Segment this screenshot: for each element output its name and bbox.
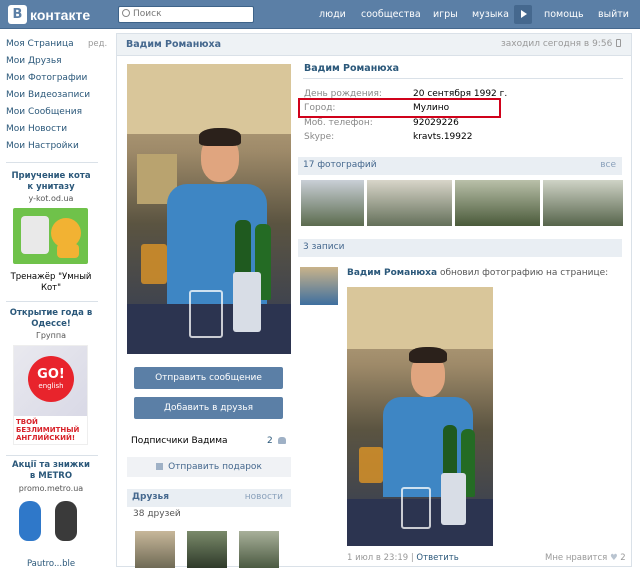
nav-people[interactable]: люди (319, 0, 346, 29)
reply-link[interactable]: Ответить (416, 553, 458, 563)
sidebar-item-my-page[interactable]: Моя Страница (6, 39, 74, 49)
ad-badge: GO! (37, 367, 65, 382)
post-photo[interactable] (347, 287, 493, 546)
nav-music[interactable]: музыка (472, 0, 509, 29)
subscribers-label[interactable]: Подписчики Вадима (131, 436, 228, 446)
friends-news-link[interactable]: новости (245, 489, 283, 506)
profile-header: Вадим Романюха заходил сегодня в 9:56 (117, 34, 631, 56)
sidebar-item-friends[interactable]: Мои Друзья (6, 56, 62, 66)
send-gift-label: Отправить подарок (168, 462, 262, 472)
photo-thumb[interactable] (301, 180, 364, 226)
mobile-icon (616, 39, 622, 47)
photo-thumb[interactable] (543, 180, 623, 226)
vk-logo[interactable]: B контакте (8, 5, 90, 24)
nav-communities[interactable]: сообщества (361, 0, 421, 29)
ad-image-go-english: GO! english ТВОЙ БЕЗЛИМИТНЫЙ АНГЛИЙСКИЙ! (13, 345, 88, 445)
skype-value: kravts.19922 (413, 132, 473, 142)
ad-image-cat (13, 208, 88, 264)
ad-subtitle: Группа (35, 331, 67, 340)
vk-logo-text: контакте (30, 6, 91, 23)
sidebar-divider (6, 455, 98, 456)
vk-logo-icon: B (8, 5, 27, 24)
friend-thumb[interactable] (239, 531, 279, 568)
nav-help[interactable]: помощь (544, 0, 584, 29)
add-friend-button[interactable]: Добавить в друзья (134, 397, 283, 419)
sidebar-item-settings[interactable]: Мои Настройки (6, 141, 79, 151)
post-header: Вадим Романюха обновил фотографию на стр… (347, 268, 608, 278)
music-play-icon[interactable] (514, 5, 532, 24)
wall-header[interactable]: 3 записи (298, 239, 622, 257)
page-title: Вадим Романюха (126, 39, 222, 50)
ad-title: Открытие года в Одессе! (9, 308, 93, 329)
photos-title: 17 фотографий (303, 160, 377, 170)
nav-logout[interactable]: выйти (598, 0, 629, 29)
photos-header[interactable]: 17 фотографий все (298, 157, 622, 175)
top-bar: B контакте Поиск люди сообщества игры му… (0, 0, 640, 29)
phone-label: Моб. телефон: (304, 118, 373, 128)
subscribers-count-value: 2 (267, 436, 273, 446)
search-icon (122, 9, 130, 17)
friend-thumb[interactable] (135, 531, 175, 568)
info-divider (303, 78, 623, 79)
post-author[interactable]: Вадим Романюха (347, 268, 437, 278)
sidebar-item-messages[interactable]: Мои Сообщения (6, 107, 82, 117)
subscribers-count[interactable]: 2 (267, 436, 286, 446)
profile-main: Вадим Романюха заходил сегодня в 9:56 От… (116, 33, 632, 568)
post-action: обновил фотографию на странице: (439, 268, 609, 278)
phone-value: 92029226 (413, 118, 459, 128)
friend-thumb[interactable] (187, 531, 227, 568)
ad-banner-text: ТВОЙ БЕЗЛИМИТНЫЙ АНГЛИЙСКИЙ! (16, 418, 80, 442)
skype-label: Skype: (304, 132, 335, 142)
ad-badge-sub: english (38, 382, 64, 390)
send-message-button[interactable]: Отправить сообщение (134, 367, 283, 389)
city-highlight-box (298, 98, 501, 118)
nav-games[interactable]: игры (433, 0, 458, 29)
sidebar-item-videos[interactable]: Мои Видеозаписи (6, 90, 90, 100)
edit-link[interactable]: ред. (88, 39, 107, 49)
sidebar-item-photos[interactable]: Мои Фотографии (6, 73, 87, 83)
sidebar-item-news[interactable]: Мои Новости (6, 124, 67, 134)
ad-image-flip-flops (13, 499, 88, 543)
ad-title: Акції та знижки в METRO (11, 460, 90, 481)
sidebar-divider (6, 162, 98, 163)
ad-title: Приучение кота к унитазу (11, 171, 91, 192)
photo-thumb[interactable] (367, 180, 452, 226)
post-date[interactable]: 1 июл в 23:19 (347, 553, 408, 563)
last-seen-text: заходил сегодня в 9:56 (501, 39, 613, 49)
photos-all-link[interactable]: все (600, 157, 616, 174)
heart-icon: ♥ (609, 553, 618, 563)
ad-domain: promo.metro.ua (18, 484, 84, 493)
send-gift-button[interactable]: Отправить подарок (127, 457, 291, 477)
ad-text: Тренажёр "Умный Кот" (10, 272, 92, 293)
search-input[interactable]: Поиск (118, 6, 254, 23)
ad-domain: y-kot.od.ua (28, 194, 74, 203)
gift-icon (156, 463, 164, 470)
friends-title: Друзья (132, 492, 170, 502)
search-placeholder: Поиск (133, 9, 162, 19)
people-icon (277, 437, 286, 444)
last-seen: заходил сегодня в 9:56 (501, 39, 622, 49)
like-count: 2 (620, 553, 626, 563)
photo-thumb[interactable] (455, 180, 540, 226)
sidebar-divider (6, 301, 98, 302)
ad-text: Pautro...ble (26, 559, 76, 569)
post-author-avatar[interactable] (300, 267, 338, 305)
like-button[interactable]: Мне нравится ♥ 2 (545, 553, 626, 563)
left-sidebar: Моя Страница ред. Мои Друзья Мои Фотогра… (0, 29, 112, 569)
post-footer: 1 июл в 23:19 | Ответить (347, 553, 459, 563)
like-label: Мне нравится (545, 553, 608, 563)
profile-name: Вадим Романюха (304, 63, 400, 74)
friends-count: 38 друзей (133, 509, 181, 519)
profile-avatar[interactable] (127, 64, 291, 354)
friends-header[interactable]: Друзья новости (127, 489, 291, 507)
